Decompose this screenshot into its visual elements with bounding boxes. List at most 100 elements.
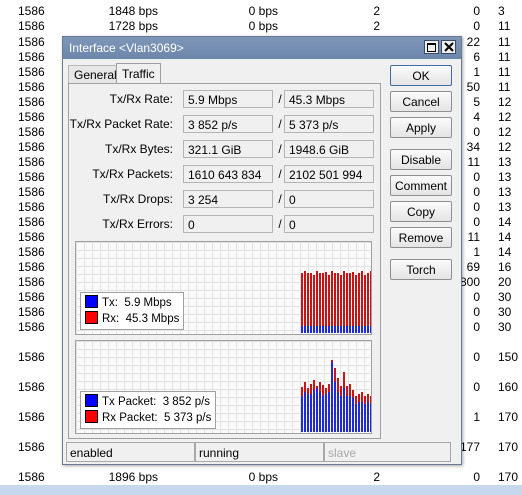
field-label: Tx/Rx Rate:: [109, 92, 173, 106]
background-row[interactable]: 1586 1848 bps 0 bps 2 0 3: [0, 4, 522, 19]
rx-bar: [370, 271, 371, 333]
tx-packets-field[interactable]: 1610 643 834: [183, 165, 273, 183]
row-cell-f: 150: [498, 350, 519, 364]
tx-bar: [307, 326, 309, 333]
legend-rx: Rx: 45.3 Mbps: [85, 311, 179, 327]
background-row[interactable]: 1586 1728 bps 0 bps 2 0 11: [0, 19, 522, 34]
row-cell-a: 1586: [18, 350, 45, 364]
row-cell-f: 11: [498, 50, 511, 64]
row-cell-f: 14: [498, 230, 512, 244]
rate-graph: Tx: 5.9 Mbps Rx: 45.3 Mbps: [75, 241, 372, 335]
rx-rate-field[interactable]: 45.3 Mbps: [284, 90, 374, 108]
remove-button[interactable]: Remove: [390, 227, 452, 248]
rx-packets-field[interactable]: 2102 501 994: [284, 165, 374, 183]
row-cell-a: 1586: [18, 19, 45, 33]
row-cell-a: 1586: [18, 65, 45, 79]
background-scrollbar-strip[interactable]: [0, 485, 522, 495]
rx-errors-field[interactable]: 0: [284, 215, 374, 233]
row-cell-f: 12: [498, 95, 512, 109]
row-cell-a: 1586: [18, 320, 45, 334]
row-cell-c: 0 bps: [248, 4, 278, 18]
rx-bar: [346, 273, 348, 333]
separator: /: [278, 92, 282, 106]
field-label: Tx/Rx Drops:: [102, 192, 173, 206]
row-cell-f: 13: [498, 155, 512, 169]
tx-bar: [328, 392, 330, 432]
tx-bar: [370, 326, 371, 333]
tx-bar: [337, 392, 339, 432]
rx-drops-field[interactable]: 0: [284, 190, 374, 208]
row-cell-f: 170: [498, 410, 519, 424]
row-cell-f: 11: [498, 65, 511, 79]
legend-tx-value: 5.9 Mbps: [124, 297, 172, 309]
tx-drops-field[interactable]: 3 254: [183, 190, 273, 208]
comment-button[interactable]: Comment: [390, 175, 452, 196]
row-cell-a: 1586: [18, 155, 45, 169]
row-cell-a: 1586: [18, 95, 45, 109]
field-label: Tx/Rx Packets:: [92, 167, 173, 181]
legend-rx-value: 45.3 Mbps: [125, 313, 180, 325]
separator: /: [278, 217, 282, 231]
tx-bar: [310, 326, 312, 333]
tx-bar: [358, 326, 360, 333]
tab-traffic[interactable]: Traffic: [116, 63, 161, 85]
row-cell-f: 170: [498, 470, 519, 484]
tx-bar: [322, 396, 324, 432]
tab-general[interactable]: General: [68, 65, 123, 84]
tx-bar: [364, 326, 366, 333]
background-row[interactable]: 1586 1896 bps 0 bps 2 0 170: [0, 470, 522, 485]
row-cell-a: 1586: [18, 305, 45, 319]
tx-bar: [361, 402, 363, 432]
row-cell-a: 1586: [18, 185, 45, 199]
tx-errors-field[interactable]: 0: [183, 215, 273, 233]
tx-bar: [343, 388, 345, 432]
row-cell-f: 11: [498, 19, 511, 33]
apply-button[interactable]: Apply: [390, 117, 452, 138]
tx-bar: [349, 396, 351, 432]
row-cell-a: 1586: [18, 380, 45, 394]
rx-bar: [325, 272, 327, 333]
maximize-icon[interactable]: [424, 40, 439, 54]
tx-rate-field[interactable]: 5.9 Mbps: [183, 90, 273, 108]
separator: /: [278, 192, 282, 206]
tx-bytes-field[interactable]: 321.1 GiB: [183, 140, 273, 158]
rx-bar: [322, 273, 324, 333]
ok-button[interactable]: OK: [390, 65, 452, 86]
row-cell-a: 1586: [18, 4, 45, 18]
rx-bar: [331, 271, 333, 333]
row-cell-e: 0: [473, 19, 480, 33]
cancel-button[interactable]: Cancel: [390, 91, 452, 112]
window-titlebar[interactable]: Interface <Vlan3069>: [63, 37, 461, 59]
tx-swatch: [85, 295, 98, 308]
rx-swatch: [85, 410, 98, 423]
row-cell-c: 0 bps: [248, 19, 278, 33]
legend-tx-label: Tx:: [102, 297, 118, 309]
tx-bar: [319, 392, 321, 432]
packet-graph: Tx Packet: 3 852 p/s Rx Packet: 5 373 p/…: [75, 340, 372, 434]
rx-bar: [313, 275, 315, 333]
row-cell-a: 1586: [18, 275, 45, 289]
close-icon[interactable]: [441, 40, 456, 54]
row-cell-a: 1586: [18, 35, 45, 49]
rx-swatch: [85, 311, 98, 324]
tx-bar: [352, 326, 354, 333]
traffic-panel: Tx/Rx Rate: 5.9 Mbps / 45.3 Mbps Tx/Rx P…: [68, 83, 381, 439]
tx-packet-rate-field[interactable]: 3 852 p/s: [183, 115, 273, 133]
rx-bytes-field[interactable]: 1948.6 GiB: [284, 140, 374, 158]
legend-tx-packet: Tx Packet: 3 852 p/s: [85, 394, 211, 410]
tx-bar: [346, 326, 348, 333]
disable-button[interactable]: Disable: [390, 149, 452, 170]
interface-window: Interface <Vlan3069> General Traffic Tx/…: [62, 36, 462, 465]
torch-button[interactable]: Torch: [390, 259, 452, 280]
row-cell-f: 12: [498, 140, 512, 154]
tx-bar: [316, 326, 318, 333]
separator: /: [278, 142, 282, 156]
tx-bar: [316, 388, 318, 432]
row-cell-a: 1586: [18, 140, 45, 154]
rx-packet-rate-field[interactable]: 5 373 p/s: [284, 115, 374, 133]
rx-bar: [301, 273, 303, 333]
tx-bar: [343, 326, 345, 333]
tx-bar: [334, 382, 336, 432]
copy-button[interactable]: Copy: [390, 201, 452, 222]
tx-bar: [355, 326, 357, 333]
